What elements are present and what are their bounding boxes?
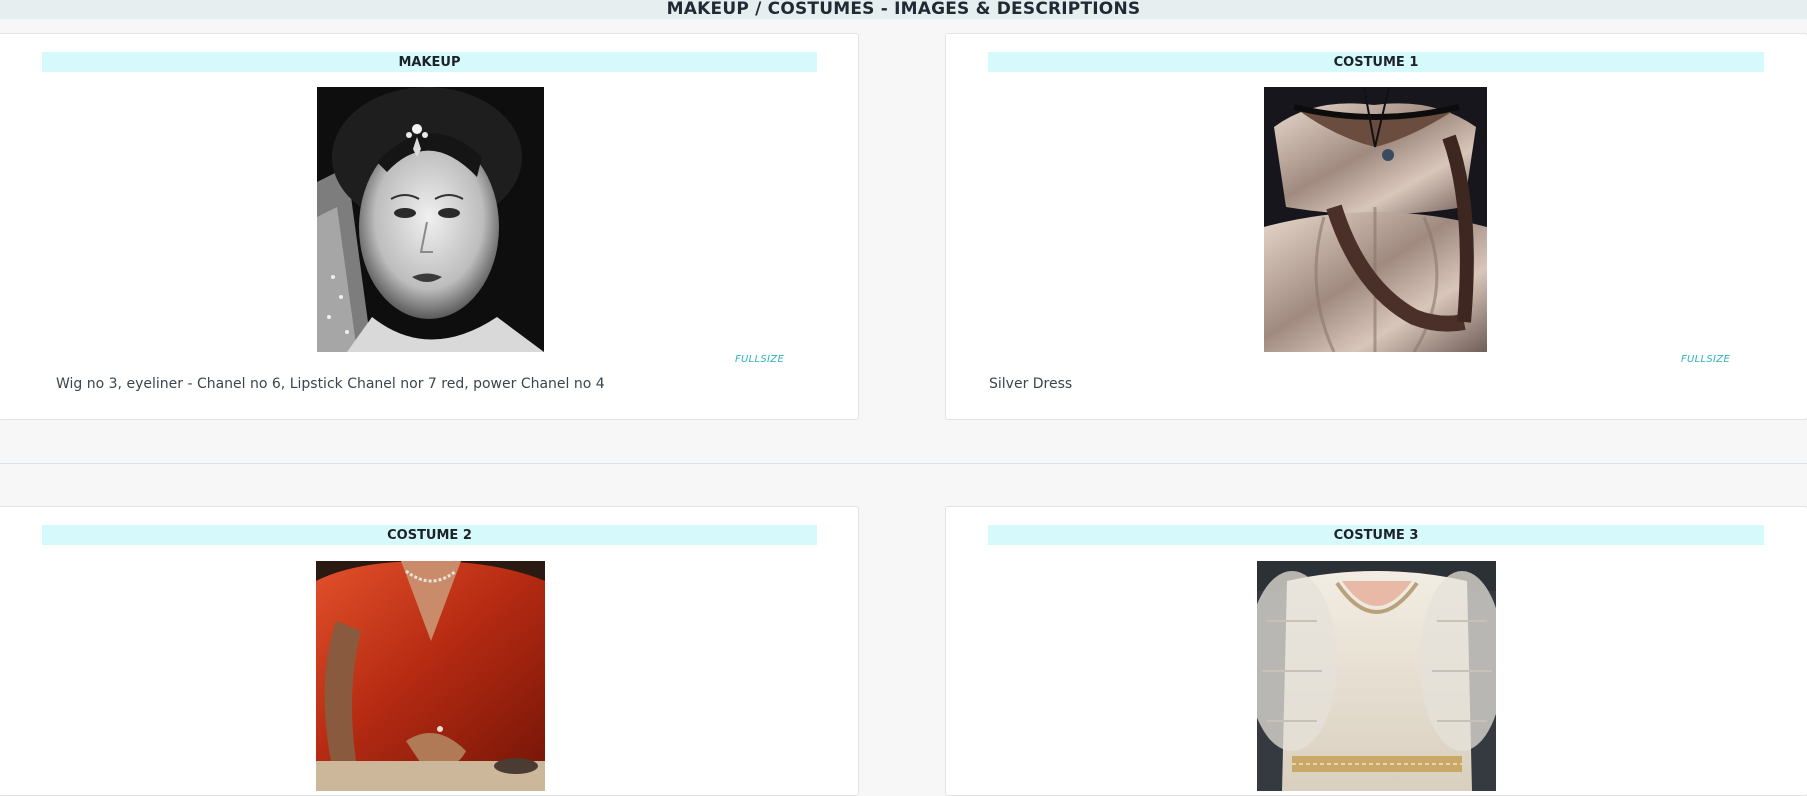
costume-3-photo[interactable] <box>1257 561 1496 791</box>
costume-3-card: COSTUME 3 <box>945 506 1807 796</box>
makeup-card: MAKEUP FULLSIZE Wig no 3, eyeliner - Cha… <box>0 33 859 420</box>
makeup-fullsize-link[interactable]: FULLSIZE <box>735 354 784 365</box>
costume-2-photo[interactable] <box>316 561 545 791</box>
costume-2-card: COSTUME 2 <box>0 506 859 796</box>
costume-1-photo[interactable] <box>1264 87 1487 352</box>
costume-1-card: COSTUME 1 FULLSIZE Silver Dress <box>945 33 1807 420</box>
costume-1-card-header: COSTUME 1 <box>988 52 1764 72</box>
section-divider <box>0 463 1807 464</box>
makeup-description: Wig no 3, eyeliner - Chanel no 6, Lipsti… <box>56 376 605 392</box>
makeup-photo[interactable] <box>317 87 544 352</box>
top-bar: MAKEUP / COSTUMES - IMAGES & DESCRIPTION… <box>0 0 1807 19</box>
costume-3-card-header: COSTUME 3 <box>988 525 1764 545</box>
page-title: MAKEUP / COSTUMES - IMAGES & DESCRIPTION… <box>666 0 1141 19</box>
costume-2-card-header: COSTUME 2 <box>42 525 817 545</box>
costume-1-description: Silver Dress <box>989 376 1073 392</box>
costume-1-fullsize-link[interactable]: FULLSIZE <box>1681 354 1730 365</box>
makeup-card-header: MAKEUP <box>42 52 817 72</box>
